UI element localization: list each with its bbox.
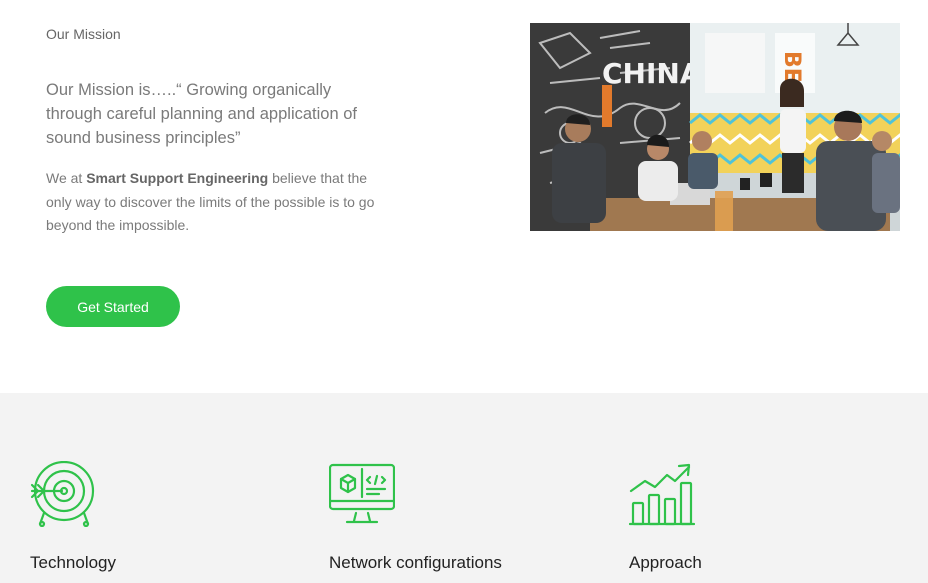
company-name: Smart Support Engineering [86, 170, 269, 186]
mission-body: We at Smart Support Engineering believe … [46, 167, 391, 238]
feature-approach: Approach [628, 461, 702, 572]
wall-graffiti-text: CHINA [602, 57, 702, 90]
mission-section: Our Mission Our Mission is…..“ Growing o… [0, 0, 928, 393]
growth-chart-icon [628, 463, 696, 526]
monitor-code-icon [328, 463, 396, 524]
wall-sign-text: BE [779, 51, 804, 83]
features-section: Technology Network configurations Approa… [0, 393, 928, 583]
team-meeting-photo: CHINA BE [530, 23, 900, 231]
mission-quote: Our Mission is…..“ Growing organically t… [46, 81, 357, 147]
feature-title-approach: Approach [629, 553, 702, 572]
feature-title-technology: Technology [30, 553, 117, 572]
meeting-illustration: CHINA BE [530, 23, 900, 231]
feature-title-network-configurations: Network configurations [329, 553, 502, 572]
feature-technology: Technology [30, 460, 116, 572]
feature-network-configurations: Network configurations [328, 461, 502, 572]
target-arrow-icon [30, 460, 95, 528]
get-started-button[interactable]: Get Started [46, 286, 180, 327]
body-prefix: We at [46, 170, 87, 186]
section-eyebrow: Our Mission [46, 26, 121, 42]
